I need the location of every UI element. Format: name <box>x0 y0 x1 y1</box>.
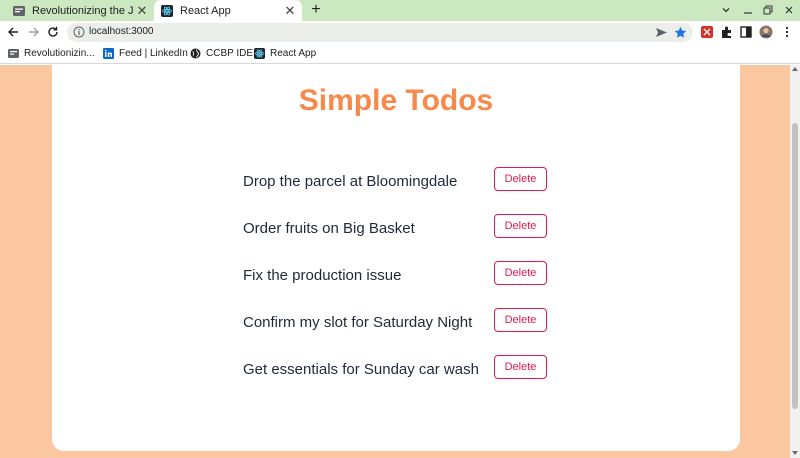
url-text: localhost:3000 <box>89 26 154 37</box>
todo-list: Drop the parcel at Bloomingdale Delete O… <box>243 167 563 402</box>
site-favicon-icon <box>8 49 19 58</box>
bookmark-revolutionizing[interactable]: Revolutionizin... <box>8 46 95 61</box>
todo-item: Fix the production issue Delete <box>243 261 563 308</box>
todos-card: Simple Todos Drop the parcel at Blooming… <box>52 65 740 451</box>
tab-title: React App <box>180 4 231 17</box>
bookmark-star-icon[interactable] <box>674 26 687 39</box>
todo-text: Drop the parcel at Bloomingdale <box>243 173 458 190</box>
tab-title: Revolutionizing the Job M <box>32 4 134 17</box>
avatar[interactable] <box>759 25 773 39</box>
page-title: Simple Todos <box>298 84 494 117</box>
bookmark-label: CCBP IDE <box>206 48 254 59</box>
site-info-icon[interactable] <box>73 26 85 38</box>
extension-red-icon[interactable] <box>700 25 714 39</box>
site-favicon-icon <box>13 5 25 16</box>
back-icon[interactable] <box>5 24 21 40</box>
linkedin-icon <box>103 48 114 59</box>
restore-icon[interactable] <box>760 2 776 18</box>
tab-react-app[interactable]: React App ✕ <box>154 0 302 21</box>
todo-item: Confirm my slot for Saturday Night Delet… <box>243 308 563 355</box>
tab-revolutionizing[interactable]: Revolutionizing the Job M ✕ <box>6 0 154 21</box>
scroll-up-icon[interactable] <box>792 67 798 71</box>
todo-text: Order fruits on Big Basket <box>243 220 415 237</box>
delete-button[interactable]: Delete <box>494 261 547 285</box>
delete-button[interactable]: Delete <box>494 167 547 191</box>
close-tab-icon[interactable]: ✕ <box>134 3 150 19</box>
todo-text: Get essentials for Sunday car wash <box>243 361 479 378</box>
react-icon <box>254 48 265 59</box>
browser-toolbar: localhost:3000 <box>0 21 800 43</box>
delete-button[interactable]: Delete <box>494 214 547 238</box>
bookmark-react-app[interactable]: React App <box>254 46 316 61</box>
close-tab-icon[interactable]: ✕ <box>282 3 298 19</box>
page-viewport: Simple Todos Drop the parcel at Blooming… <box>0 65 790 458</box>
bookmarks-bar: Revolutionizin... Feed | LinkedIn CCBP I… <box>0 43 800 64</box>
send-icon[interactable] <box>655 26 668 39</box>
bookmark-label: React App <box>270 48 317 59</box>
globe-icon <box>190 48 201 59</box>
todo-item: Drop the parcel at Bloomingdale Delete <box>243 167 563 214</box>
react-icon <box>161 4 173 17</box>
extensions-puzzle-icon[interactable] <box>720 25 734 39</box>
bookmark-label: Feed | LinkedIn <box>119 48 188 59</box>
menu-kebab-icon[interactable] <box>779 24 795 40</box>
forward-icon[interactable] <box>26 24 42 40</box>
delete-button[interactable]: Delete <box>494 308 547 332</box>
bookmark-ccbp-ide[interactable]: CCBP IDE <box>190 46 253 61</box>
todo-item: Get essentials for Sunday car wash Delet… <box>243 355 563 402</box>
scrollbar-thumb[interactable] <box>792 123 798 409</box>
todo-item: Order fruits on Big Basket Delete <box>243 214 563 261</box>
tab-strip: Revolutionizing the Job M ✕ React App ✕ … <box>0 0 800 21</box>
scroll-down-icon[interactable] <box>792 451 798 455</box>
todo-text: Confirm my slot for Saturday Night <box>243 314 473 331</box>
address-bar[interactable]: localhost:3000 <box>67 23 693 42</box>
side-panel-icon[interactable] <box>739 25 753 39</box>
tab-search-icon[interactable] <box>718 2 734 18</box>
new-tab-button[interactable]: + <box>307 1 325 19</box>
page-scrollbar[interactable] <box>790 65 800 458</box>
bookmark-label: Revolutionizin... <box>24 48 95 59</box>
close-window-icon[interactable] <box>781 2 797 18</box>
delete-button[interactable]: Delete <box>494 355 547 379</box>
minimize-icon[interactable] <box>740 2 756 18</box>
bookmark-linkedin[interactable]: Feed | LinkedIn <box>103 46 188 61</box>
reload-icon[interactable] <box>45 24 61 40</box>
todo-text: Fix the production issue <box>243 267 402 284</box>
